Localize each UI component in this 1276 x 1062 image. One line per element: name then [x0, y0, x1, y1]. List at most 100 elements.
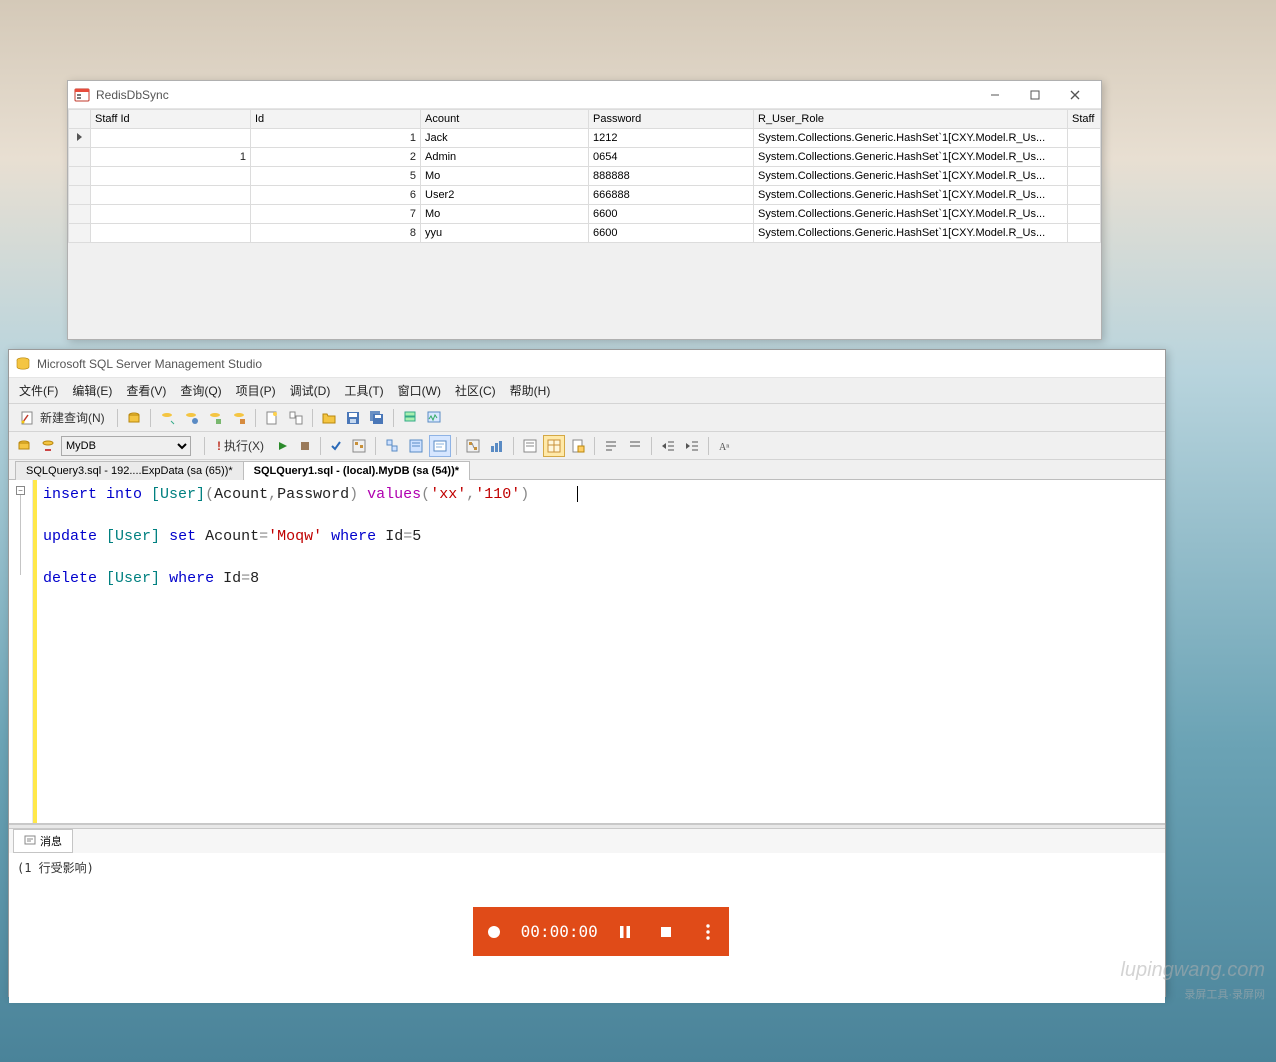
- col-header[interactable]: Acount: [421, 110, 589, 129]
- cell[interactable]: System.Collections.Generic.HashSet`1[CXY…: [754, 205, 1068, 224]
- cell[interactable]: 6600: [589, 224, 754, 243]
- cell[interactable]: [1068, 148, 1101, 167]
- table-row[interactable]: 6User2666888System.Collections.Generic.H…: [69, 186, 1101, 205]
- new-query-button[interactable]: 新建查询(N): [13, 407, 112, 429]
- cell[interactable]: 1: [251, 129, 421, 148]
- comment-icon[interactable]: [600, 435, 622, 457]
- results-file-icon[interactable]: [567, 435, 589, 457]
- cell[interactable]: 6: [251, 186, 421, 205]
- cell[interactable]: User2: [421, 186, 589, 205]
- cell[interactable]: [1068, 167, 1101, 186]
- db-engine-icon[interactable]: [180, 407, 202, 429]
- registered-servers-icon[interactable]: [399, 407, 421, 429]
- table-row[interactable]: 8yyu6600System.Collections.Generic.HashS…: [69, 224, 1101, 243]
- cell[interactable]: 7: [251, 205, 421, 224]
- cell[interactable]: [91, 224, 251, 243]
- more-icon[interactable]: [693, 917, 723, 947]
- execute-button[interactable]: ! 执行(X): [210, 435, 271, 457]
- col-header[interactable]: R_User_Role: [754, 110, 1068, 129]
- menu-item[interactable]: 文件(F): [13, 380, 64, 401]
- sql-editor[interactable]: − insert into [User](Acount,Password) va…: [9, 480, 1165, 824]
- col-header[interactable]: Password: [589, 110, 754, 129]
- menu-item[interactable]: 编辑(E): [66, 380, 118, 401]
- save-all-icon[interactable]: [366, 407, 388, 429]
- cell[interactable]: 0654: [589, 148, 754, 167]
- connect-db-icon[interactable]: [156, 407, 178, 429]
- db-cube-icon[interactable]: [204, 407, 226, 429]
- cell[interactable]: [91, 129, 251, 148]
- close-button[interactable]: [1055, 82, 1095, 108]
- document-tab[interactable]: SQLQuery1.sql - (local).MyDB (sa (54))*: [243, 461, 470, 480]
- results-text-icon[interactable]: [519, 435, 541, 457]
- menu-item[interactable]: 调试(D): [284, 380, 337, 401]
- cell[interactable]: yyu: [421, 224, 589, 243]
- cell[interactable]: [1068, 129, 1101, 148]
- cell[interactable]: [1068, 186, 1101, 205]
- fold-toggle-icon[interactable]: −: [16, 486, 25, 495]
- estimated-plan-icon[interactable]: [348, 435, 370, 457]
- cell[interactable]: System.Collections.Generic.HashSet`1[CXY…: [754, 167, 1068, 186]
- stop-icon[interactable]: [295, 435, 315, 457]
- titlebar[interactable]: Microsoft SQL Server Management Studio: [9, 350, 1165, 378]
- cell[interactable]: [91, 167, 251, 186]
- outdent-icon[interactable]: [657, 435, 679, 457]
- cell[interactable]: 1212: [589, 129, 754, 148]
- col-header[interactable]: Staff Id: [91, 110, 251, 129]
- table-row[interactable]: 7Mo6600System.Collections.Generic.HashSe…: [69, 205, 1101, 224]
- code-area[interactable]: insert into [User](Acount,Password) valu…: [37, 480, 1165, 823]
- table-row[interactable]: 12Admin0654System.Collections.Generic.Ha…: [69, 148, 1101, 167]
- cell[interactable]: [1068, 224, 1101, 243]
- include-plan-icon[interactable]: [462, 435, 484, 457]
- cell[interactable]: Mo: [421, 167, 589, 186]
- server-connect-icon[interactable]: [123, 407, 145, 429]
- db-report-icon[interactable]: [228, 407, 250, 429]
- table-row[interactable]: 5Mo888888System.Collections.Generic.Hash…: [69, 167, 1101, 186]
- document-tab[interactable]: SQLQuery3.sql - 192....ExpData (sa (65))…: [15, 461, 244, 480]
- cell[interactable]: System.Collections.Generic.HashSet`1[CXY…: [754, 129, 1068, 148]
- cell[interactable]: 1: [91, 148, 251, 167]
- menu-item[interactable]: 查询(Q): [174, 380, 227, 401]
- intellisense-icon[interactable]: [429, 435, 451, 457]
- parse-icon[interactable]: [326, 435, 346, 457]
- menu-item[interactable]: 工具(T): [338, 380, 389, 401]
- cell[interactable]: [91, 186, 251, 205]
- cell[interactable]: 666888: [589, 186, 754, 205]
- cell[interactable]: 2: [251, 148, 421, 167]
- messages-tab[interactable]: 消息: [13, 829, 73, 853]
- cell[interactable]: 5: [251, 167, 421, 186]
- minimize-button[interactable]: [975, 82, 1015, 108]
- stop-icon[interactable]: [651, 917, 681, 947]
- cell[interactable]: System.Collections.Generic.HashSet`1[CXY…: [754, 224, 1068, 243]
- database-combo[interactable]: MyDB: [61, 436, 191, 456]
- menu-item[interactable]: 项目(P): [230, 380, 282, 401]
- query-options-icon[interactable]: [405, 435, 427, 457]
- menu-item[interactable]: 社区(C): [449, 380, 502, 401]
- cell[interactable]: [1068, 205, 1101, 224]
- cell[interactable]: 888888: [589, 167, 754, 186]
- cell[interactable]: [91, 205, 251, 224]
- cell[interactable]: Jack: [421, 129, 589, 148]
- record-icon[interactable]: [479, 917, 509, 947]
- col-header[interactable]: Staff: [1068, 110, 1101, 129]
- indent-icon[interactable]: [681, 435, 703, 457]
- screen-recorder-bar[interactable]: 00:00:00: [473, 907, 729, 956]
- debug-play-icon[interactable]: [273, 435, 293, 457]
- maximize-button[interactable]: [1015, 82, 1055, 108]
- cell[interactable]: System.Collections.Generic.HashSet`1[CXY…: [754, 186, 1068, 205]
- results-grid-icon[interactable]: [543, 435, 565, 457]
- query-designer-icon[interactable]: [381, 435, 403, 457]
- cell[interactable]: Mo: [421, 205, 589, 224]
- pause-icon[interactable]: [610, 917, 640, 947]
- cell[interactable]: 6600: [589, 205, 754, 224]
- db-combo-icon[interactable]: [13, 435, 35, 457]
- col-header[interactable]: Id: [251, 110, 421, 129]
- activity-monitor-icon[interactable]: [423, 407, 445, 429]
- statistics-icon[interactable]: [486, 435, 508, 457]
- save-icon[interactable]: [342, 407, 364, 429]
- cell[interactable]: System.Collections.Generic.HashSet`1[CXY…: [754, 148, 1068, 167]
- cell[interactable]: 8: [251, 224, 421, 243]
- titlebar[interactable]: RedisDbSync: [68, 81, 1101, 109]
- specify-template-icon[interactable]: Aⁿ: [714, 435, 736, 457]
- uncomment-icon[interactable]: [624, 435, 646, 457]
- cell[interactable]: Admin: [421, 148, 589, 167]
